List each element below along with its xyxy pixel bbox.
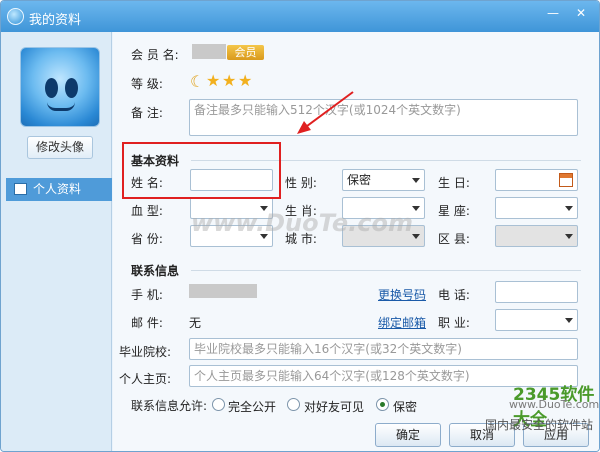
annotation-arrow-icon — [297, 91, 354, 134]
profile-window: 我的资料 — ✕ 修改头像 个人资料 会 员 名: 会员 等 级: ☾ ★ ★ … — [0, 0, 600, 452]
